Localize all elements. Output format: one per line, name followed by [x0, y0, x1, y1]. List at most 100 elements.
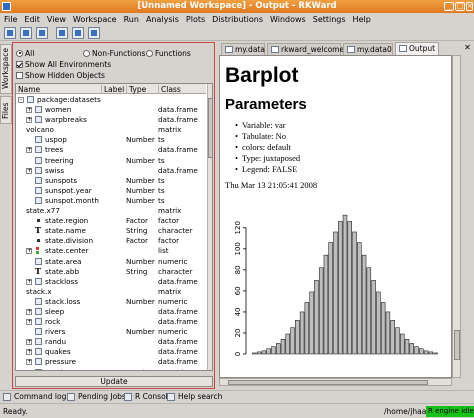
table-row[interactable]: + women data.frame — [16, 105, 206, 115]
close-window-button[interactable]: × — [466, 2, 473, 11]
open-script-icon[interactable] — [56, 27, 68, 39]
scrollbar-thumb[interactable] — [454, 330, 460, 360]
column-type[interactable]: Type — [126, 85, 146, 94]
table-row[interactable]: Tstate.name String character — [16, 225, 206, 236]
expand-icon[interactable]: + — [26, 339, 32, 346]
menu-help[interactable]: Help — [353, 15, 371, 24]
table-row[interactable]: state.area Number numeric — [16, 257, 206, 267]
cell-name: rock — [45, 317, 61, 327]
menu-windows[interactable]: Windows — [270, 15, 306, 24]
bar — [376, 291, 381, 355]
filter-non-functions[interactable]: Non-Functions — [83, 48, 145, 58]
table-row[interactable]: + quakes data.frame — [16, 347, 206, 357]
menu-file[interactable]: File — [4, 15, 17, 24]
menu-workspace[interactable]: Workspace — [73, 15, 117, 24]
expand-icon[interactable]: + — [26, 359, 32, 366]
output-horizontal-scrollbar[interactable] — [219, 378, 452, 386]
expand-icon[interactable]: + — [26, 278, 32, 285]
maximize-button[interactable]: □ — [455, 2, 465, 11]
cell-type: Number — [126, 256, 155, 266]
tab-my-data0[interactable]: my.data0 — [343, 43, 393, 55]
table-row[interactable]: + pressure data.frame — [16, 357, 206, 367]
table-row[interactable]: treering Number ts — [16, 156, 206, 166]
r-console-button[interactable]: R Console — [124, 392, 172, 402]
table-row[interactable]: uspop Number ts — [16, 135, 206, 145]
show-output-icon[interactable] — [72, 27, 84, 39]
table-row[interactable]: + sleep data.frame — [16, 307, 206, 317]
table-row[interactable]: - package:datasets — [16, 95, 206, 105]
table-row[interactable]: state.division Factor factor — [16, 236, 206, 246]
pending-jobs-button[interactable]: Pending Jobs — [67, 392, 126, 402]
radio-all-icon[interactable] — [16, 49, 23, 57]
menu-analysis[interactable]: Analysis — [146, 15, 179, 24]
expand-icon[interactable]: + — [26, 107, 32, 114]
table-row[interactable]: + randu data.frame — [16, 337, 206, 347]
table-row[interactable]: + stackloss data.frame — [16, 277, 206, 287]
command-log-button[interactable]: Command log — [3, 392, 66, 402]
output-vertical-scrollbar[interactable] — [452, 55, 461, 378]
expand-icon[interactable]: + — [26, 308, 32, 315]
scrollbar-thumb[interactable] — [208, 98, 212, 158]
table-row[interactable]: rivers Number numeric — [16, 327, 206, 337]
table-row[interactable]: sunspot.month Number ts — [16, 196, 206, 206]
update-button[interactable]: Update — [15, 376, 213, 387]
expand-icon[interactable]: + — [26, 248, 32, 255]
expand-icon[interactable]: + — [26, 117, 32, 124]
tab-rkward-welcome[interactable]: rkward_welcome — [267, 43, 344, 55]
column-name[interactable]: Name — [16, 85, 40, 94]
table-row[interactable]: + rock data.frame — [16, 317, 206, 327]
object-tree-scrollbar[interactable] — [207, 84, 212, 370]
menu-view[interactable]: View — [47, 15, 66, 24]
radio-functions-icon[interactable] — [146, 49, 153, 57]
new-dataset-icon[interactable] — [4, 27, 16, 39]
menu-edit[interactable]: Edit — [24, 15, 40, 24]
table-row[interactable]: + state.center list — [16, 246, 206, 256]
table-row[interactable]: + warpbreaks data.frame — [16, 115, 206, 125]
table-row[interactable]: + trees data.frame — [16, 145, 206, 155]
checkbox-all-env-icon[interactable] — [16, 60, 23, 68]
minimize-button[interactable]: _ — [444, 2, 454, 11]
scrollbar-thumb[interactable] — [228, 380, 428, 385]
cell-type: Factor — [126, 216, 149, 226]
edit-icon[interactable] — [88, 27, 100, 39]
bar — [428, 351, 434, 355]
collapse-icon[interactable]: - — [18, 97, 24, 103]
side-tab-files[interactable]: Files — [0, 96, 12, 124]
column-class[interactable]: Class — [158, 85, 181, 94]
table-row[interactable]: stack.loss Number numeric — [16, 297, 206, 307]
save-workspace-icon[interactable] — [36, 27, 48, 39]
table-row[interactable]: + swiss data.frame — [16, 166, 206, 176]
filter-all[interactable]: All — [16, 48, 34, 58]
expand-icon[interactable]: + — [26, 147, 32, 154]
menu-settings[interactable]: Settings — [313, 15, 346, 24]
menu-distributions[interactable]: Distributions — [212, 15, 263, 24]
close-tab-icon[interactable]: ✕ — [463, 44, 472, 53]
menu-plots[interactable]: Plots — [186, 15, 205, 24]
table-row[interactable]: precip Numbernumeric — [16, 368, 206, 370]
tab-my-data[interactable]: my.data — [221, 43, 265, 55]
side-tab-workspace[interactable]: Workspace — [0, 44, 12, 94]
table-row[interactable]: state.x77 matrix — [16, 206, 206, 216]
table-row[interactable]: sunspots Number ts — [16, 176, 206, 186]
table-row[interactable]: volcano matrix — [16, 125, 206, 135]
menu-run[interactable]: Run — [124, 15, 139, 24]
workspace-browser: All Non-Functions Functions Show All Env… — [12, 42, 215, 389]
help-search-button[interactable]: Help search — [167, 392, 222, 402]
table-row[interactable]: Tstate.abb String character — [16, 266, 206, 277]
filter-functions[interactable]: Functions — [146, 48, 191, 58]
tab-output[interactable]: Output — [395, 42, 439, 55]
table-row[interactable]: state.region Factor factor — [16, 216, 206, 226]
checkbox-hidden-icon[interactable] — [16, 71, 23, 79]
table-row[interactable]: sunspot.year Number ts — [16, 186, 206, 196]
show-hidden-objects[interactable]: Show Hidden Objects — [16, 70, 105, 80]
object-tree-header: Name Label Type Class — [16, 84, 206, 94]
radio-non-functions-icon[interactable] — [83, 49, 90, 57]
expand-icon[interactable]: + — [26, 349, 32, 356]
column-label[interactable]: Label — [101, 85, 124, 94]
table-row[interactable]: stack.x matrix — [16, 287, 206, 297]
open-workspace-icon[interactable] — [20, 27, 32, 39]
cell-class: character — [158, 266, 193, 276]
expand-icon[interactable]: + — [26, 167, 32, 174]
expand-icon[interactable]: + — [26, 319, 32, 326]
show-all-environments[interactable]: Show All Environments — [16, 59, 111, 69]
